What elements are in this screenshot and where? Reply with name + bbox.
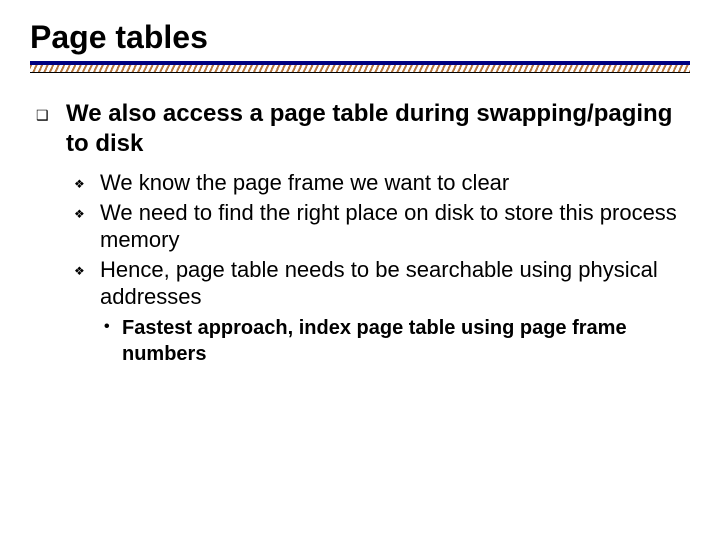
- bullet-text: We also access a page table during swapp…: [66, 99, 690, 159]
- diamond-bullet-icon: ❖: [74, 199, 100, 222]
- subsub-bullet-list: • Fastest approach, index page table usi…: [104, 315, 690, 367]
- bullet-level-1: ❑ We also access a page table during swa…: [36, 99, 690, 159]
- square-bullet-icon: ❑: [36, 99, 66, 125]
- dot-bullet-icon: •: [104, 315, 122, 338]
- bullet-level-2: ❖ We know the page frame we want to clea…: [74, 169, 690, 197]
- diamond-bullet-icon: ❖: [74, 256, 100, 279]
- slide: Page tables ❑ We also access a page tabl…: [0, 0, 720, 540]
- bullet-level-3: • Fastest approach, index page table usi…: [104, 315, 690, 367]
- bullet-text: Hence, page table needs to be searchable…: [100, 256, 690, 311]
- bullet-level-2: ❖ We need to find the right place on dis…: [74, 199, 690, 254]
- slide-title: Page tables: [30, 20, 690, 55]
- bullet-text: We need to find the right place on disk …: [100, 199, 690, 254]
- bullet-text: We know the page frame we want to clear: [100, 169, 690, 197]
- bullet-level-2: ❖ Hence, page table needs to be searchab…: [74, 256, 690, 311]
- sub-bullet-list: ❖ We know the page frame we want to clea…: [74, 169, 690, 367]
- bullet-text: Fastest approach, index page table using…: [122, 315, 690, 367]
- diamond-bullet-icon: ❖: [74, 169, 100, 192]
- title-underline: [30, 61, 690, 71]
